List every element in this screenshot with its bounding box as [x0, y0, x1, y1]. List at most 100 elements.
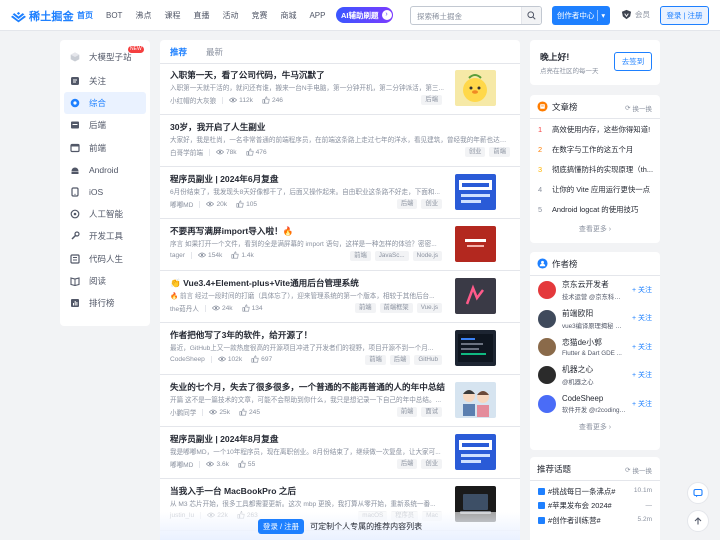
article-tag[interactable]: 前端: [396, 407, 418, 417]
avatar[interactable]: [538, 366, 556, 385]
like-count[interactable]: 476: [246, 148, 267, 156]
tab-recommended[interactable]: 推荐: [170, 46, 187, 58]
back-to-top-button[interactable]: [687, 510, 709, 532]
article-item[interactable]: 30岁，我开启了人生副业 大家好，我是杜尚，一名非常普通的前端程序员，在前端这条路…: [160, 116, 520, 167]
article-author[interactable]: CodeSheep: [170, 356, 205, 363]
author-item[interactable]: 恋猫de小郭 Flutter & Dart GDE ... + 关注: [530, 333, 660, 361]
article-thumbnail[interactable]: [455, 434, 496, 470]
article-author[interactable]: 嘟嘟MD: [170, 199, 193, 209]
article-thumbnail[interactable]: [455, 174, 496, 210]
avatar[interactable]: [538, 309, 556, 328]
author-name[interactable]: 恋猫de小郭: [562, 337, 626, 348]
sidebar-item-backend[interactable]: 后端: [64, 114, 146, 136]
view-more-articles[interactable]: 查看更多 ›: [530, 220, 660, 240]
view-more-authors[interactable]: 查看更多 ›: [530, 418, 660, 438]
rank-item[interactable]: 1 高效使用内存，这些你得知道!: [530, 119, 660, 139]
sidebar-item-ai[interactable]: 人工智能: [64, 203, 146, 225]
topic-item[interactable]: #苹果发布会 2024# —: [530, 499, 660, 514]
article-author[interactable]: the茹丹人: [170, 303, 199, 313]
article-tag[interactable]: 后端: [389, 355, 411, 365]
search-input[interactable]: [417, 10, 513, 22]
article-title[interactable]: 当我入手一台 MacBookPro 之后: [170, 485, 446, 497]
sidebar-item-ranking[interactable]: 排行榜: [64, 292, 146, 314]
topic-item[interactable]: #创作者训练营# 5.2m: [530, 513, 660, 528]
nav-pins[interactable]: 沸点: [135, 0, 151, 31]
article-tag[interactable]: GitHub: [414, 355, 442, 365]
like-count[interactable]: 246: [262, 96, 283, 104]
nav-events[interactable]: 活动: [222, 0, 238, 31]
article-title[interactable]: 👏 Vue3.4+Element-plus+Vite通用后台管理系统: [170, 277, 446, 289]
article-tag[interactable]: 创业: [421, 199, 442, 209]
article-tag[interactable]: JavaSc...: [374, 251, 409, 261]
article-title[interactable]: 程序员副业 | 2024年6月复盘: [170, 173, 446, 185]
sidebar-item-reading[interactable]: 阅读: [64, 270, 146, 292]
nav-home[interactable]: 首页: [77, 0, 93, 31]
author-item[interactable]: 京东云开发者 技术运营 @京东科技信... + 关注: [530, 276, 660, 304]
article-title[interactable]: 不要再写满屏import导入啦！🔥: [170, 225, 446, 237]
article-item[interactable]: 程序员副业 | 2024年6月复盘 6月份结束了，我发现头8天好像都干了，后面又操…: [160, 168, 520, 219]
author-name[interactable]: 京东云开发者: [562, 279, 626, 290]
article-item[interactable]: 👏 Vue3.4+Element-plus+Vite通用后台管理系统 🔥 前言 经…: [160, 272, 520, 323]
sidebar-item-tools[interactable]: 开发工具: [64, 225, 146, 247]
juejin-logo[interactable]: 稀土掘金: [11, 8, 74, 24]
search-button[interactable]: [521, 7, 541, 24]
follow-button[interactable]: + 关注: [632, 342, 652, 352]
article-tag[interactable]: Node.js: [412, 251, 442, 261]
sidebar-item-ios[interactable]: iOS: [64, 181, 146, 203]
rank-item[interactable]: 4 让你的 Vite 应用运行更快一点: [530, 180, 660, 200]
article-tag[interactable]: 后端: [396, 199, 418, 209]
author-item[interactable]: 前端欧阳 vue3编译原理揭秘 作... + 关注: [530, 304, 660, 332]
like-count[interactable]: 55: [238, 460, 255, 468]
article-title[interactable]: 失业的七个月，失去了很多很多，一个普通的不能再普通的人的年中总结: [170, 381, 446, 393]
article-author[interactable]: 小红帽的大灰狼: [170, 95, 216, 105]
rank-item[interactable]: 2 在数字与工作的这五个月: [530, 139, 660, 159]
article-tag[interactable]: 前端: [354, 303, 376, 313]
nav-bot[interactable]: BOT: [106, 0, 122, 31]
like-count[interactable]: 1.4k: [231, 251, 254, 259]
topic-item[interactable]: #挑战每日一条沸点# 10.1m: [530, 484, 660, 499]
article-item[interactable]: 入职第一天，看了公司代码，牛马沉默了 入职第一天就干活的，就问还有谁，搬来一台N手…: [160, 64, 520, 115]
article-title[interactable]: 30岁，我开启了人生副业: [170, 121, 510, 133]
signin-button[interactable]: 去签到: [614, 52, 652, 71]
nav-courses[interactable]: 课程: [164, 0, 180, 31]
article-thumbnail[interactable]: [455, 70, 496, 106]
swap-button[interactable]: ⟳ 换一换: [625, 103, 652, 113]
article-tag[interactable]: 创业: [421, 459, 442, 469]
sidebar-item-comprehensive[interactable]: 综合: [64, 92, 146, 115]
rank-item[interactable]: 3 彻底搞懂防抖的实现原理（th...: [530, 159, 660, 179]
sidebar-item-code-life[interactable]: 代码人生: [64, 248, 146, 270]
author-name[interactable]: 前端欧阳: [562, 308, 626, 319]
like-count[interactable]: 697: [251, 355, 272, 363]
article-item[interactable]: 作者把他写了3年的软件，给开源了！ 最近，GitHub上又一款热度很高的开源项目冲…: [160, 324, 520, 375]
nav-app[interactable]: APP: [309, 0, 325, 31]
article-tag[interactable]: 后端: [396, 459, 418, 469]
avatar[interactable]: [538, 394, 556, 413]
follow-button[interactable]: + 关注: [632, 399, 652, 409]
author-item[interactable]: 机器之心 @机器之心 + 关注: [530, 361, 660, 389]
feedback-button[interactable]: [687, 482, 709, 504]
article-author[interactable]: 小鹏同学: [170, 407, 196, 417]
swap-button[interactable]: ⟳ 换一换: [625, 465, 652, 475]
article-title[interactable]: 作者把他写了3年的软件，给开源了！: [170, 329, 446, 341]
creator-center-button[interactable]: 创作者中心 ▾: [552, 6, 610, 25]
sidebar-item-frontend[interactable]: 前端: [64, 137, 146, 159]
article-tag[interactable]: 前端: [489, 147, 510, 157]
article-author[interactable]: 白哥学前端: [170, 147, 203, 157]
member-link[interactable]: 会员: [621, 9, 650, 20]
article-thumbnail[interactable]: [455, 226, 496, 262]
article-thumbnail[interactable]: [455, 382, 496, 418]
login-register-button[interactable]: 登录 | 注册: [660, 6, 709, 25]
nav-mall[interactable]: 商城: [280, 0, 296, 31]
like-count[interactable]: 134: [242, 304, 263, 312]
article-author[interactable]: 嘟嘟MD: [170, 459, 193, 469]
article-tag[interactable]: 前端: [350, 251, 371, 261]
article-tag[interactable]: 前端框架: [379, 303, 413, 313]
article-item[interactable]: 不要再写满屏import导入啦！🔥 序言 如果打开一个文件，看到的全是满屏幕的 i…: [160, 220, 520, 271]
follow-button[interactable]: + 关注: [632, 370, 652, 380]
tab-latest[interactable]: 最新: [206, 46, 223, 58]
article-title[interactable]: 程序员副业 | 2024年8月复盘: [170, 433, 446, 445]
article-item[interactable]: 失业的七个月，失去了很多很多，一个普通的不能再普通的人的年中总结 开篇 这不是一篇…: [160, 376, 520, 427]
article-item[interactable]: 程序员副业 | 2024年8月复盘 我是嘟嘟MD，一个10年程序员，现在离职创业。…: [160, 428, 520, 479]
like-count[interactable]: 245: [239, 408, 260, 416]
nav-live[interactable]: 直播: [193, 0, 209, 31]
